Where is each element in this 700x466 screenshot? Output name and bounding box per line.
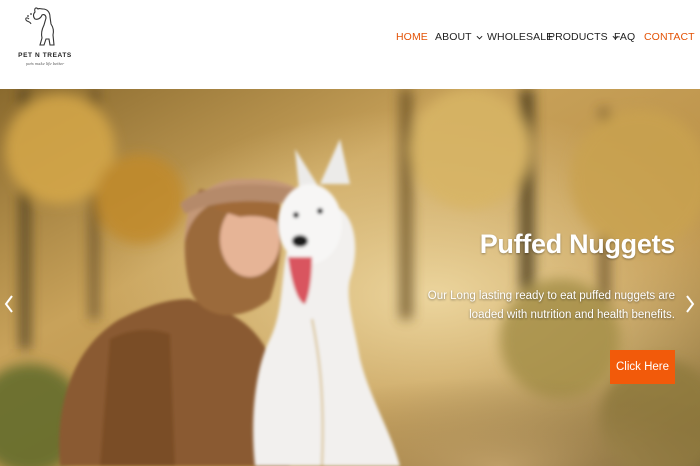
nav-products-label: PRODUCTS — [548, 31, 608, 43]
nav-faq[interactable]: FAQ — [614, 31, 635, 43]
nav-contact-label: CONTACT — [644, 31, 695, 43]
nav-about-label: ABOUT — [435, 31, 472, 43]
nav-contact[interactable]: CONTACT — [644, 31, 695, 43]
chevron-down-icon — [476, 35, 483, 40]
hero-description: Our Long lasting ready to eat puffed nug… — [427, 290, 675, 321]
nav-wholesale[interactable]: WHOLESALE — [487, 31, 553, 43]
hero-slider: Puffed Nuggets Our Long lasting ready to… — [0, 89, 700, 466]
brand-tagline: pets make life better — [26, 62, 64, 66]
click-here-button[interactable]: Click Here — [610, 350, 675, 384]
hero-title: Puffed Nuggets — [479, 229, 676, 259]
chevron-left-icon[interactable] — [3, 294, 15, 314]
nav-about[interactable]: ABOUT — [435, 31, 483, 43]
nav-home-label: HOME — [396, 31, 428, 43]
dog-logo-icon — [25, 7, 55, 46]
site-header: PET N TREATS pets make life better HOME … — [0, 0, 700, 89]
nav-products[interactable]: PRODUCTS — [548, 31, 619, 43]
nav-faq-label: FAQ — [614, 31, 636, 43]
logo[interactable]: PET N TREATS pets make life better — [14, 5, 76, 69]
nav-home[interactable]: HOME — [396, 31, 428, 43]
brand-name: PET N TREATS — [18, 52, 72, 59]
nav-wholesale-label: WHOLESALE — [487, 31, 554, 43]
chevron-right-icon[interactable] — [684, 294, 696, 314]
hero-background-image — [0, 89, 700, 466]
